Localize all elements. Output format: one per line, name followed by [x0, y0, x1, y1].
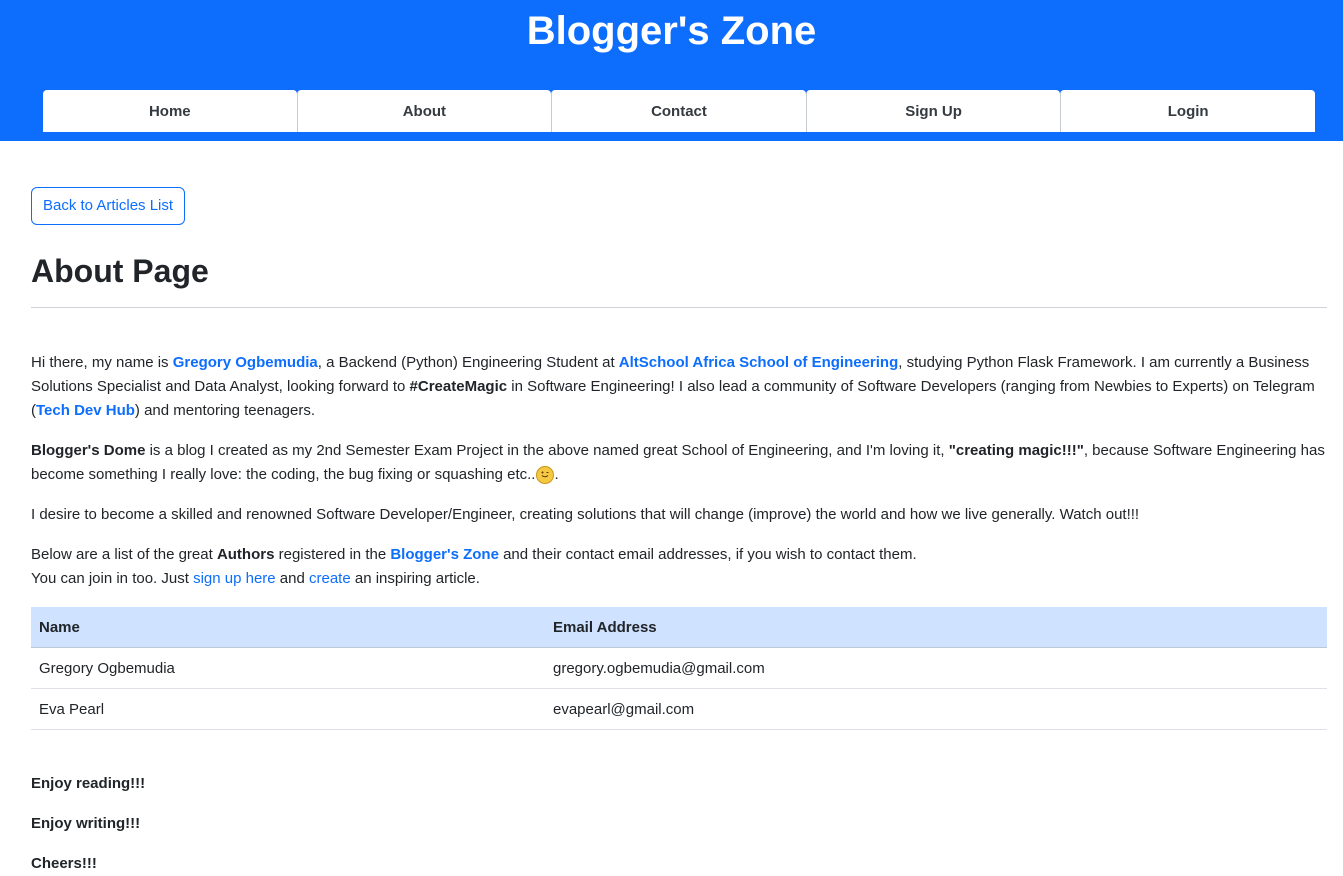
page-title: About Page [31, 249, 1327, 308]
community-link[interactable]: Tech Dev Hub [36, 402, 135, 419]
nav-login[interactable]: Login [1060, 90, 1315, 132]
text: ) and mentoring teenagers. [134, 402, 316, 419]
main-nav: Home About Contact Sign Up Login [43, 90, 1315, 132]
blog-name: Blogger's Dome [31, 442, 146, 459]
text: an inspiring article. [350, 570, 480, 587]
site-link[interactable]: Blogger's Zone [390, 546, 499, 563]
author-name: Gregory Ogbemudia [31, 647, 545, 689]
text: Hi there, my name is [31, 354, 173, 371]
table-header-row: Name Email Address [31, 607, 1327, 648]
text: . [554, 466, 559, 483]
wink-emoji-icon [536, 466, 555, 484]
text: registered in the [274, 546, 391, 563]
closing-writing: Enjoy writing!!! [31, 815, 141, 832]
author-email: gregory.ogbemudia@gmail.com [545, 647, 1327, 689]
quote: "creating magic!!!" [948, 442, 1084, 459]
authors-table: Name Email Address Gregory Ogbemudia gre… [31, 607, 1327, 730]
site-header: Blogger's Zone Home About Contact Sign U… [0, 0, 1343, 141]
intro-paragraph: Hi there, my name is Gregory Ogbemudia, … [31, 351, 1327, 423]
closing-reading: Enjoy reading!!! [31, 775, 146, 792]
blog-description-paragraph: Blogger's Dome is a blog I created as my… [31, 439, 1327, 487]
author-name: Eva Pearl [31, 688, 545, 730]
nav-sign-up[interactable]: Sign Up [805, 90, 1061, 132]
text: and [275, 570, 309, 587]
authors-label: Authors [216, 546, 275, 563]
authors-intro-paragraph: Below are a list of the great Authors re… [31, 543, 1327, 591]
author-email: evapearl@gmail.com [545, 688, 1327, 730]
nav-about[interactable]: About [296, 90, 552, 132]
column-header-email: Email Address [545, 607, 1327, 648]
site-title: Blogger's Zone [526, 9, 817, 53]
aspiration-paragraph: I desire to become a skilled and renowne… [31, 506, 1140, 523]
nav-home[interactable]: Home [43, 90, 297, 132]
closing-cheers: Cheers!!! [31, 855, 97, 872]
text: and their contact email addresses, if yo… [498, 546, 917, 563]
main-content: Back to Articles List About Page Hi ther… [0, 141, 1343, 876]
back-to-articles-button[interactable]: Back to Articles List [31, 187, 186, 225]
column-header-name: Name [31, 607, 545, 648]
nav-contact[interactable]: Contact [551, 90, 806, 132]
author-name-link[interactable]: Gregory Ogbemudia [173, 354, 318, 371]
text: is a blog I created as my 2nd Semester E… [145, 442, 949, 459]
create-article-link[interactable]: create [309, 570, 351, 587]
table-row: Gregory Ogbemudia gregory.ogbemudia@gmai… [31, 647, 1327, 689]
text: You can join in too. Just [31, 570, 194, 587]
text: , a Backend (Python) Engineering Student… [317, 354, 619, 371]
school-link[interactable]: AltSchool Africa School of Engineering [619, 354, 898, 371]
table-row: Eva Pearl evapearl@gmail.com [31, 688, 1327, 730]
text: Below are a list of the great [31, 546, 217, 563]
hashtag: #CreateMagic [409, 378, 508, 395]
sign-up-link[interactable]: sign up here [193, 570, 276, 587]
